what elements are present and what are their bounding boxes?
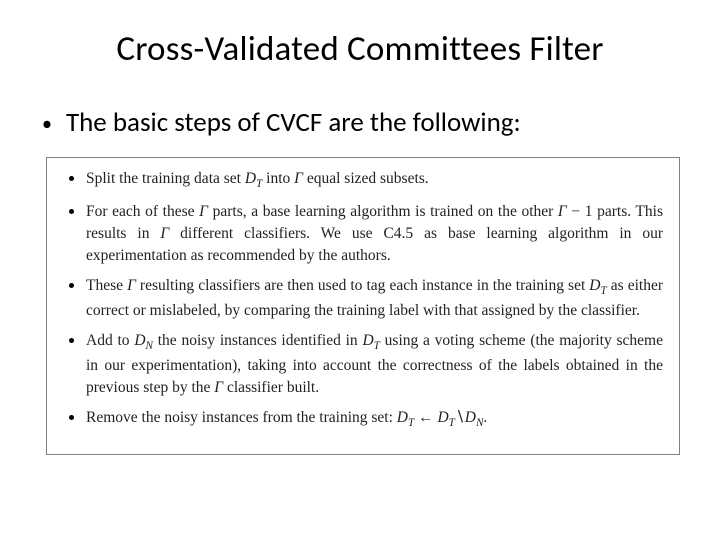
step-text: Remove the noisy instances from the trai… [86,407,663,432]
step-text: For each of these Γ parts, a base learni… [86,201,663,267]
list-item: For each of these Γ parts, a base learni… [63,201,663,267]
slide: Cross-Validated Committees Filter • The … [0,0,720,540]
bullet-icon [69,283,74,288]
steps-list: Split the training data set DT into Γ eq… [63,168,663,432]
slide-title: Cross-Validated Committees Filter [36,28,684,70]
bullet-icon: • [42,114,52,134]
list-item: Add to DN the noisy instances identified… [63,330,663,399]
step-text: Add to DN the noisy instances identified… [86,330,663,399]
bullet-icon [69,176,74,181]
bullet-icon [69,209,74,214]
intro-row: • The basic steps of CVCF are the follow… [42,106,684,139]
step-text: Split the training data set DT into Γ eq… [86,168,663,193]
bullet-icon [69,415,74,420]
list-item: These Γ resulting classifiers are then u… [63,275,663,322]
intro-text: The basic steps of CVCF are the followin… [66,106,521,139]
steps-box: Split the training data set DT into Γ eq… [46,157,680,455]
list-item: Remove the noisy instances from the trai… [63,407,663,432]
bullet-icon [69,338,74,343]
step-text: These Γ resulting classifiers are then u… [86,275,663,322]
list-item: Split the training data set DT into Γ eq… [63,168,663,193]
